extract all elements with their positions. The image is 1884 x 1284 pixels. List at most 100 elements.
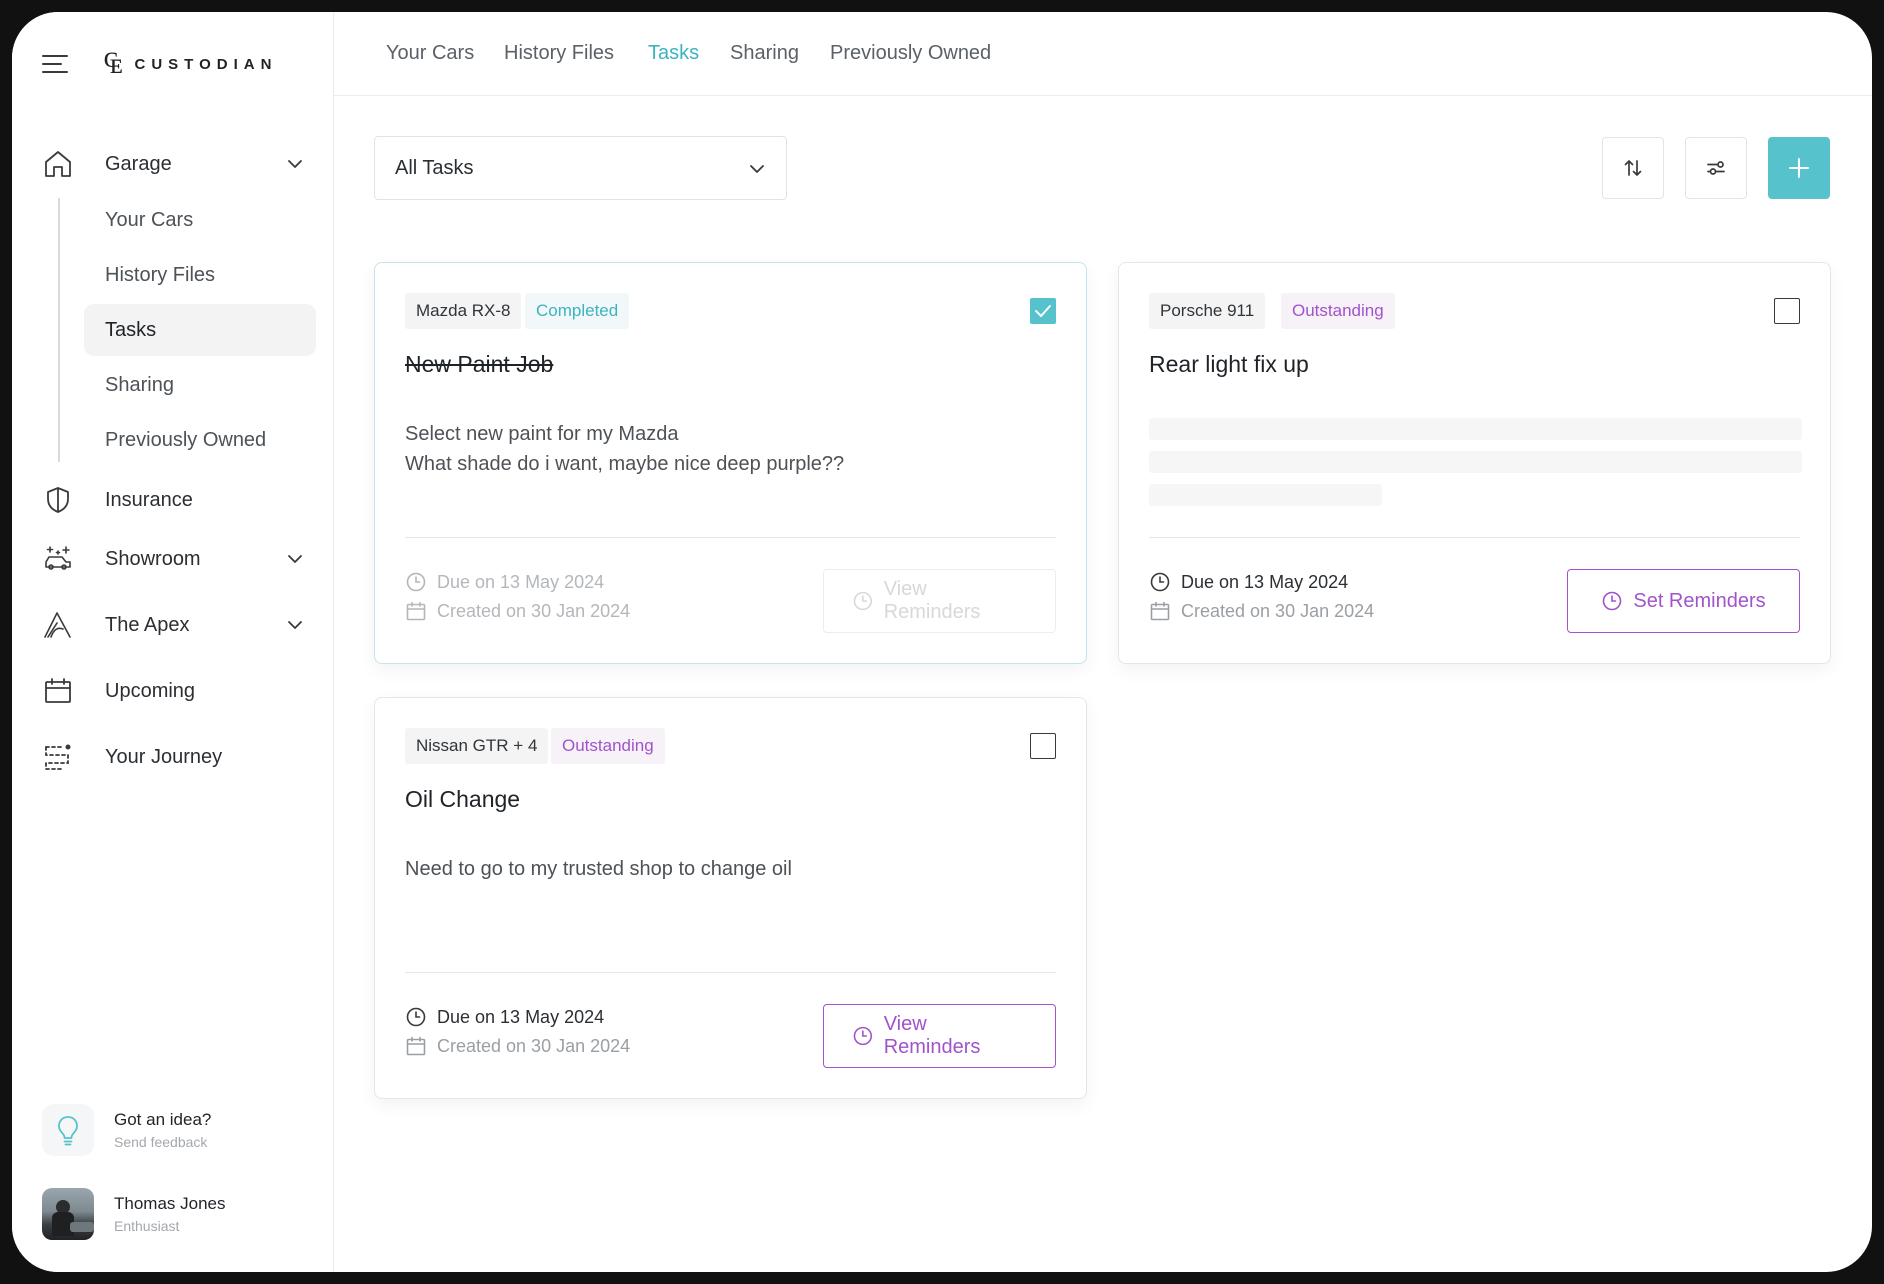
task-title: Rear light fix up (1149, 351, 1309, 377)
created-date: Created on 30 Jan 2024 (405, 600, 630, 622)
loading-skeleton-line (1149, 484, 1382, 506)
journey-icon (45, 744, 71, 770)
sidebar-item-label: Your Journey (105, 745, 223, 768)
task-complete-checkbox[interactable] (1030, 298, 1056, 324)
lightbulb-icon (42, 1104, 94, 1156)
status-badge: Completed (525, 293, 630, 329)
button-label: Set Reminders (1633, 589, 1766, 612)
loading-skeleton-line (1149, 418, 1802, 440)
set-reminders-button[interactable]: Set Reminders (1567, 569, 1800, 633)
task-card[interactable]: Porsche 911 Outstanding Rear light fix u… (1118, 262, 1831, 664)
sidebar-subitem-previously-owned[interactable]: Previously Owned (84, 414, 316, 466)
task-filter-select[interactable]: All Tasks (374, 136, 787, 200)
chevron-down-icon (750, 165, 764, 173)
add-task-button[interactable] (1768, 137, 1830, 199)
brand-name: CUSTODIAN (134, 55, 278, 73)
card-divider (1149, 537, 1800, 538)
home-icon (45, 151, 71, 177)
hamburger-menu-icon[interactable] (42, 52, 70, 76)
task-complete-checkbox[interactable] (1030, 733, 1056, 759)
tab-sharing[interactable]: Sharing (730, 42, 799, 65)
sidebar-item-label: The Apex (105, 613, 190, 636)
due-date-text: Due on 13 May 2024 (437, 1006, 605, 1027)
checkmark-icon (1035, 305, 1051, 317)
created-date-text: Created on 30 Jan 2024 (437, 600, 631, 621)
plus-icon (1789, 158, 1809, 178)
shield-icon (47, 487, 69, 513)
tab-previously-owned[interactable]: Previously Owned (830, 42, 991, 65)
task-filter-value: All Tasks (395, 156, 474, 179)
due-date: Due on 13 May 2024 (1149, 571, 1348, 593)
loading-skeleton-line (1149, 451, 1802, 473)
custodian-logo[interactable]: ₠ CUSTODIAN (104, 49, 277, 79)
sliders-icon (1707, 161, 1725, 175)
sort-button[interactable] (1602, 137, 1664, 199)
car-tag: Nissan GTR + 4 (405, 728, 549, 764)
user-profile[interactable]: Thomas Jones Enthusiast (42, 1188, 226, 1240)
due-date-text: Due on 13 May 2024 (437, 571, 605, 592)
due-date-text: Due on 13 May 2024 (1181, 571, 1349, 592)
task-description-line: Need to go to my trusted shop to change … (405, 858, 792, 880)
task-title: Oil Change (405, 786, 521, 812)
top-tabs-bar: Your Cars History Files Tasks Sharing Pr… (334, 12, 1872, 96)
car-tag: Porsche 911 (1149, 293, 1266, 329)
sidebar-subitem-history-files[interactable]: History Files (84, 249, 316, 301)
chevron-down-icon[interactable] (286, 155, 304, 173)
apex-icon (44, 612, 71, 638)
status-badge: Outstanding (551, 728, 665, 764)
view-reminders-button[interactable]: View Reminders (823, 569, 1056, 633)
due-date: Due on 13 May 2024 (405, 1006, 604, 1028)
task-card[interactable]: Nissan GTR + 4 Outstanding Oil Change Ne… (374, 697, 1087, 1099)
button-label: View Reminders (883, 578, 981, 623)
task-description: Select new paint for my Mazda What shade… (405, 419, 844, 479)
sidebar-item-showroom[interactable]: Showroom (12, 526, 334, 592)
clock-icon (406, 1007, 426, 1027)
task-complete-checkbox[interactable] (1774, 298, 1800, 324)
sidebar-subitem-tasks[interactable]: Tasks (84, 304, 316, 356)
created-date-text: Created on 30 Jan 2024 (437, 1035, 631, 1056)
tab-history-files[interactable]: History Files (504, 42, 614, 65)
sidebar-item-your-journey[interactable]: Your Journey (12, 724, 334, 790)
tab-your-cars[interactable]: Your Cars (386, 42, 474, 65)
sidebar-subitem-your-cars[interactable]: Your Cars (84, 194, 316, 246)
task-description-line: What shade do i want, maybe nice deep pu… (405, 453, 845, 475)
calendar-icon (406, 601, 426, 621)
chevron-down-icon[interactable] (286, 616, 304, 634)
sidebar-item-the-apex[interactable]: The Apex (12, 592, 334, 658)
sparkle-car-icon (45, 546, 71, 570)
brand-header: ₠ CUSTODIAN (42, 44, 277, 84)
task-card[interactable]: Mazda RX-8 Completed New Paint Job Selec… (374, 262, 1087, 664)
status-badge: Outstanding (1281, 293, 1395, 329)
car-tag: Mazda RX-8 (405, 293, 522, 329)
task-description: Need to go to my trusted shop to change … (405, 854, 792, 884)
sidebar-subitem-sharing[interactable]: Sharing (84, 359, 316, 411)
filter-settings-button[interactable] (1685, 137, 1747, 199)
device-frame: ₠ CUSTODIAN Garage Your Cars History Fil… (0, 0, 1884, 1284)
app-screen: ₠ CUSTODIAN Garage Your Cars History Fil… (12, 12, 1872, 1272)
sidebar-item-label: Upcoming (105, 679, 196, 702)
feedback-widget[interactable]: Got an idea? Send feedback (42, 1104, 211, 1156)
chevron-down-icon[interactable] (286, 550, 304, 568)
sidebar-item-label: Insurance (105, 488, 193, 511)
sidebar-item-label: Showroom (105, 547, 201, 570)
clock-icon (853, 591, 873, 611)
clock-icon (853, 1026, 873, 1046)
sidebar: ₠ CUSTODIAN Garage Your Cars History Fil… (12, 12, 334, 1272)
clock-icon (1150, 572, 1170, 592)
tab-tasks[interactable]: Tasks (648, 42, 699, 65)
clock-icon (406, 572, 426, 592)
sidebar-nav: Garage Your Cars History Files Tasks Sha… (12, 140, 334, 790)
sidebar-item-garage[interactable]: Garage (12, 140, 334, 188)
created-date: Created on 30 Jan 2024 (1149, 600, 1374, 622)
calendar-icon (45, 678, 71, 703)
clock-icon (1603, 591, 1622, 611)
view-reminders-button[interactable]: View Reminders (823, 1004, 1056, 1068)
card-divider (405, 972, 1056, 973)
custodian-logo-mark-icon: ₠ (104, 46, 123, 81)
card-divider (405, 537, 1056, 538)
button-label: View Reminders (883, 1013, 981, 1058)
sidebar-item-upcoming[interactable]: Upcoming (12, 658, 334, 724)
task-title: New Paint Job (405, 351, 554, 377)
sidebar-item-insurance[interactable]: Insurance (12, 474, 334, 526)
sort-arrows-icon (1624, 160, 1642, 176)
